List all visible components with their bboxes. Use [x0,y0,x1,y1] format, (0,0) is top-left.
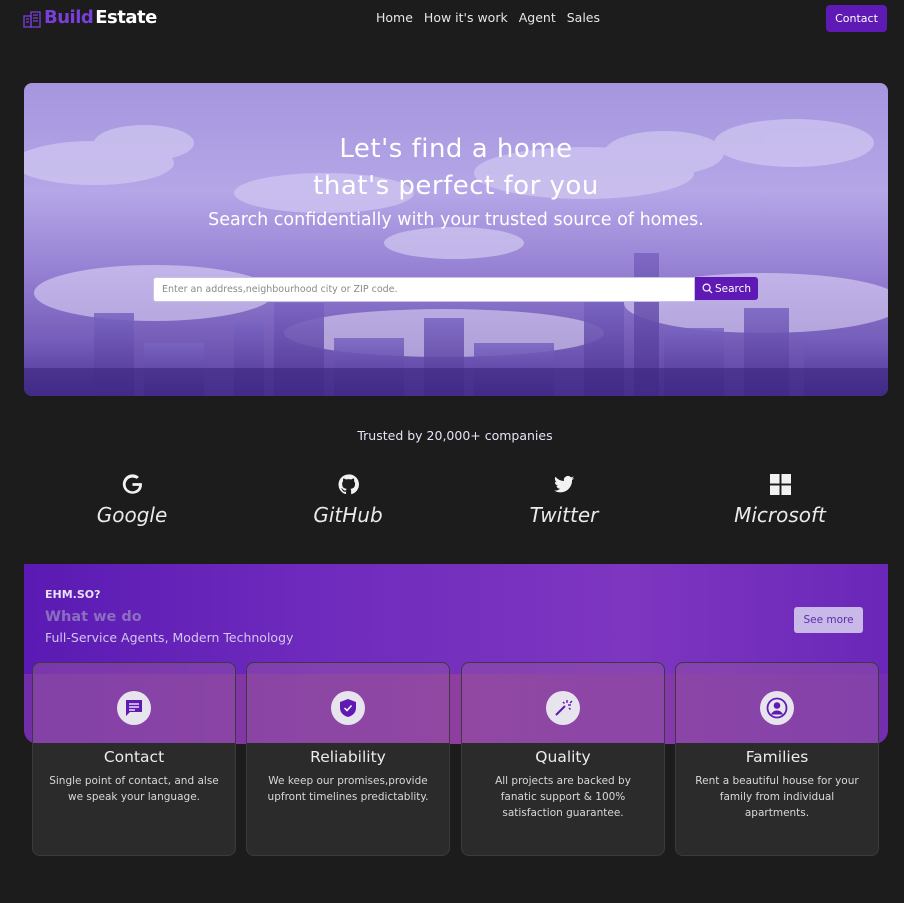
brand-microsoft: Microsoft [672,474,888,527]
nav-sales[interactable]: Sales [567,10,600,25]
nav-agent[interactable]: Agent [519,10,556,25]
trusted-text: Trusted by 20,000+ companies [357,428,553,443]
service-card-quality: Quality All projects are backed by fanat… [461,662,665,856]
see-more-button[interactable]: See more [794,607,863,633]
main-menu: Home How it's work Agent Sales [376,10,600,25]
search-icon [702,283,713,294]
contact-button[interactable]: Contact [826,5,887,32]
chat-icon [117,691,151,725]
search-button[interactable]: Search [695,277,758,300]
card-title: Reliability [310,748,386,766]
services-kicker: EHM.SO? [45,588,101,601]
logo[interactable]: Build Estate [22,6,157,29]
logo-estate-text: Estate [95,7,157,28]
logo-build-text: Build [44,7,94,28]
services-subtitle: Full-Service Agents, Modern Technology [45,630,294,645]
hero-title-line2: that's perfect for you [313,171,599,201]
nav-how-it-works[interactable]: How it's work [424,10,508,25]
hero-title-line1: Let's find a home [339,134,573,164]
search-input[interactable] [153,277,695,302]
github-icon [337,474,359,495]
service-card-families: Families Rent a beautiful house for your… [675,662,879,856]
card-title: Quality [535,748,591,766]
card-description: Rent a beautiful house for your family f… [695,775,859,819]
brand-twitter: Twitter [456,474,672,527]
card-title: Families [745,748,809,766]
service-card-reliability: Reliability We keep our promises,provide… [246,662,450,856]
hero-subtitle: Search confidentially with your trusted … [208,210,704,230]
magic-wand-icon [546,691,580,725]
card-description: All projects are backed by fanatic suppo… [495,775,631,819]
brand-google: Google [24,474,240,527]
nav-home[interactable]: Home [376,10,413,25]
brand-microsoft-name: Microsoft [734,503,826,527]
building-icon [23,11,41,28]
search-button-label: Search [714,282,752,295]
card-description: Single point of contact, and alse we spe… [49,775,219,803]
user-circle-icon [760,691,794,725]
google-icon [122,474,142,494]
card-title: Contact [103,748,165,766]
microsoft-icon [769,474,791,495]
service-card-contact: Contact Single point of contact, and als… [32,662,236,856]
card-description: We keep our promises,provide upfront tim… [267,775,429,803]
hero-title: Let's find a home that's perfect for you [24,131,888,205]
services-title: What we do [45,609,142,625]
brand-github-name: GitHub [313,503,383,527]
twitter-icon [553,476,574,493]
brand-github: GitHub [240,474,456,527]
shield-check-icon [331,691,365,725]
brand-twitter-name: Twitter [529,503,599,527]
hero-banner: Let's find a home that's perfect for you… [24,83,888,396]
brand-google-name: Google [96,503,168,527]
navbar: Build Estate Home How it's work Agent Sal… [0,0,904,40]
hero-background-illustration [24,119,888,396]
